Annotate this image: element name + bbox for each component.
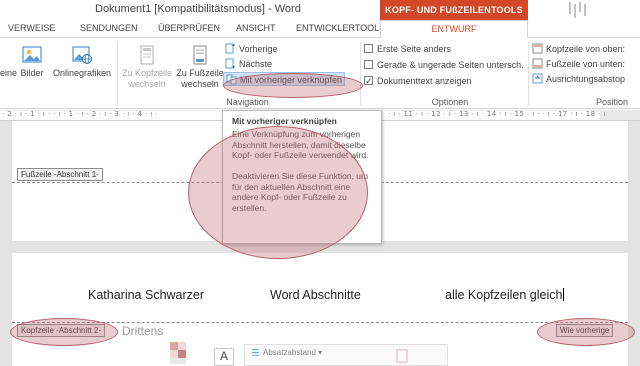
- header-text-right[interactable]: alle Kopfzeilen gleich: [445, 288, 565, 302]
- naechste-button[interactable]: Nächste: [225, 57, 272, 71]
- ribbon-partial-label[interactable]: eine: [0, 68, 17, 79]
- previous-section-icon: [225, 43, 235, 54]
- absatzabstand-label: Absatzabstand ▾: [263, 348, 323, 357]
- paragraph-spacing-icon: [251, 349, 260, 356]
- tab-entwurf[interactable]: ENTWURF: [380, 20, 528, 39]
- gerade-ungerade-label: Gerade & ungerade Seiten untersch.: [377, 60, 524, 70]
- ausrichtungsabstop-button[interactable]: Ausrichtungsabstop: [532, 72, 625, 86]
- header-right-text: alle Kopfzeilen gleich: [445, 288, 563, 302]
- group-label-position: Position: [596, 97, 629, 107]
- tab-ueberpruefen[interactable]: ÜBERPRÜFEN: [158, 23, 220, 33]
- mini-toolbar: A Absatzabstand ▾: [168, 340, 448, 366]
- window-decoration: [569, 2, 586, 18]
- online-picture-icon: [72, 46, 92, 64]
- dokumenttext-label: Dokumenttext anzeigen: [377, 76, 472, 86]
- tab-sendungen[interactable]: SENDUNGEN: [80, 23, 138, 33]
- tab-verweise[interactable]: VERWEISE: [8, 23, 55, 33]
- footer-position-icon: [532, 58, 543, 69]
- tab-entwicklertools[interactable]: ENTWICKLERTOOLS: [296, 23, 385, 33]
- header-text-center[interactable]: Word Abschnitte: [270, 288, 361, 302]
- ausrichtungsabstop-label: Ausrichtungsabstop: [546, 74, 626, 84]
- fusszeile-von-unten-field[interactable]: Fußzeile von unten:: [532, 57, 625, 71]
- erste-seite-anders-checkbox[interactable]: Erste Seite anders: [364, 42, 451, 56]
- window-title: Dokument1 [Kompatibilitätsmodus] - Word: [95, 3, 301, 15]
- absatzabstand-button[interactable]: Absatzabstand ▾: [244, 344, 448, 366]
- ruler-scale-left: · 2 · ı · 1 · ı · · ı · 1 · ı · 2 · ı · …: [2, 110, 158, 118]
- annotation-ellipse-link-button: [223, 73, 363, 98]
- vorherige-label: Vorherige: [239, 44, 278, 54]
- alignment-tab-icon: [532, 73, 543, 84]
- context-tab-header: KOPF- UND FUßZEILENTOOLS: [380, 0, 528, 20]
- kopfzeile-von-oben-label: Kopfzeile von oben:: [546, 44, 626, 54]
- tooltip-title: Mit vorheriger verknüpfen: [232, 116, 337, 126]
- header-position-icon: [532, 43, 543, 54]
- annotation-ellipse-tooltip: [188, 126, 368, 259]
- zu-fusszeile-line2: wechseln: [181, 79, 219, 89]
- tab-ansicht[interactable]: ANSICHT: [236, 23, 276, 33]
- font-style-button[interactable]: A: [214, 348, 234, 366]
- group-separator: [528, 42, 529, 106]
- group-separator: [360, 42, 361, 106]
- checkbox-box: [364, 44, 373, 53]
- kopfzeile-von-oben-field[interactable]: Kopfzeile von oben:: [532, 42, 625, 56]
- header-text-left[interactable]: Katharina Schwarzer: [88, 288, 204, 302]
- next-section-icon: [225, 58, 235, 69]
- picture-icon: [22, 46, 42, 63]
- bilder-label: Bilder: [20, 68, 44, 78]
- erste-seite-label: Erste Seite anders: [377, 44, 452, 54]
- zu-kopfzeile-line2: wechseln: [128, 79, 166, 89]
- group-label-optionen: Optionen: [431, 97, 469, 107]
- onlinegrafiken-label: Onlinegrafiken: [52, 68, 112, 78]
- group-label-navigation: Navigation: [226, 97, 269, 107]
- style-gallery-icon[interactable]: [170, 342, 192, 364]
- checkbox-box: [364, 60, 373, 69]
- zu-kopfzeile-wechseln-button[interactable]: Zu Kopfzeile wechseln: [119, 44, 175, 90]
- group-separator: [117, 42, 118, 106]
- footer-section-tag: Fußzeile -Abschnitt 1-: [17, 168, 103, 181]
- vorherige-button[interactable]: Vorherige: [225, 42, 278, 56]
- annotation-ellipse-header-tag: [10, 318, 118, 346]
- fusszeile-von-unten-label: Fußzeile von unten:: [546, 59, 626, 69]
- checkbox-checked: [364, 74, 373, 88]
- annotation-ellipse-same-as-previous: [537, 318, 635, 346]
- naechste-label: Nächste: [239, 59, 273, 69]
- zu-fusszeile-wechseln-button[interactable]: Zu Fußzeile wechseln: [173, 44, 227, 90]
- gerade-ungerade-checkbox[interactable]: Gerade & ungerade Seiten untersch.: [364, 58, 524, 72]
- zu-fusszeile-line1: Zu Fußzeile: [176, 68, 224, 78]
- document-icon: [396, 349, 408, 363]
- onlinegrafiken-button[interactable]: Onlinegrafiken: [49, 44, 115, 79]
- goto-header-icon: [140, 45, 154, 65]
- goto-footer-icon: [193, 45, 207, 65]
- text-cursor: [563, 288, 565, 301]
- dokumenttext-anzeigen-checkbox[interactable]: Dokumenttext anzeigen: [364, 74, 472, 88]
- ribbon-tabs: VERWEISE SENDUNGEN ÜBERPRÜFEN ANSICHT EN…: [0, 20, 640, 39]
- zu-kopfzeile-line1: Zu Kopfzeile: [121, 68, 173, 78]
- ruler-scale-right: · ı · 11 · ı · 12 · ı · 13 · ı · 14 · ı …: [388, 110, 606, 118]
- bilder-button[interactable]: Bilder: [18, 44, 46, 79]
- body-text-drittens[interactable]: Drittens: [122, 324, 163, 338]
- title-bar: Dokument1 [Kompatibilitätsmodus] - Word …: [0, 0, 640, 20]
